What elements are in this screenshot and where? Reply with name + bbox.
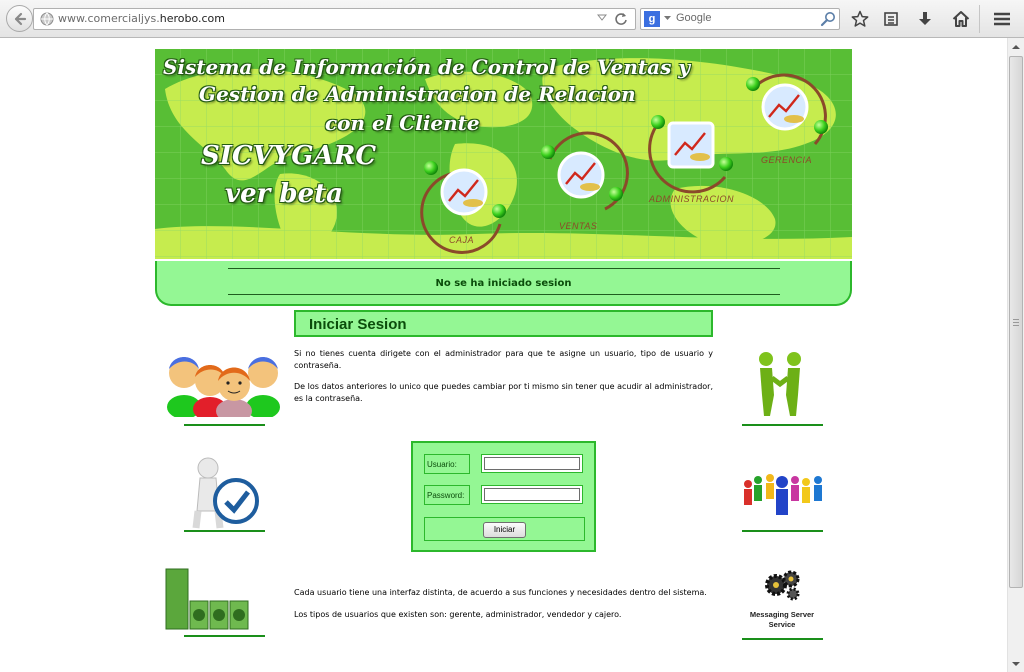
search-placeholder[interactable]: Google [676, 12, 711, 24]
handshake-figures-image [750, 350, 810, 418]
team-figures-image [740, 470, 828, 516]
back-arrow-icon [14, 12, 26, 25]
image-underline [184, 635, 265, 637]
session-status-text: No se ha iniciado sesion [435, 278, 572, 289]
browser-toolbar: www.comercialjys.herobo.com g Google [0, 0, 1024, 38]
page-title: Iniciar Sesion [309, 316, 407, 333]
url-text[interactable]: www.comercialjys.herobo.com [58, 12, 225, 25]
username-label: Usuario: [424, 454, 470, 474]
reading-list-icon[interactable] [881, 9, 901, 29]
info-paragraph-3: Cada usuario tiene una interfaz distinta… [294, 588, 707, 597]
node-label-administracion: ADMINISTRACION [649, 194, 735, 204]
username-input[interactable] [484, 457, 580, 470]
google-logo-icon[interactable]: g [644, 11, 660, 27]
download-icon[interactable] [915, 9, 935, 29]
login-form: Usuario: Password: Iniciar [411, 441, 596, 552]
node-label-gerencia: GERENCIA [761, 155, 813, 165]
password-cell [481, 485, 583, 504]
info-paragraph-2: De los datos anteriores lo unico que pue… [294, 382, 713, 403]
engine-dropdown-icon[interactable] [664, 16, 671, 21]
star-icon[interactable] [850, 9, 870, 29]
login-section-header: Iniciar Sesion [294, 310, 713, 337]
url-bar[interactable]: www.comercialjys.herobo.com [33, 8, 636, 30]
scroll-down-arrow-icon[interactable] [1008, 655, 1024, 672]
messaging-server-label: Messaging Server Service [749, 610, 815, 629]
image-underline [742, 530, 823, 532]
search-magnifier-icon[interactable] [820, 11, 836, 27]
vertical-scrollbar[interactable] [1007, 38, 1024, 672]
image-underline [742, 638, 823, 640]
appliances-image [164, 567, 254, 631]
banner-title-line2: Gestion de Administracion de Relacion [199, 82, 636, 106]
image-underline [742, 424, 823, 426]
search-bar[interactable]: g Google [640, 8, 840, 30]
info-paragraph-4: Los tipos de usuarios que existen son: g… [294, 610, 622, 619]
info-paragraph-1: Si no tienes cuenta dirigete con el admi… [294, 349, 713, 370]
login-button[interactable]: Iniciar [483, 522, 526, 538]
password-label: Password: [424, 485, 470, 505]
reload-icon[interactable] [614, 12, 628, 26]
banner-title-line3: con el Cliente [325, 111, 480, 135]
username-cell [481, 454, 583, 473]
dropdown-arrow-icon[interactable] [597, 14, 607, 22]
toolbar-separator [979, 5, 980, 33]
node-label-ventas: VENTAS [559, 221, 598, 231]
password-input[interactable] [484, 488, 580, 501]
menu-icon[interactable] [992, 9, 1012, 29]
image-underline [184, 530, 265, 532]
back-button[interactable] [6, 5, 33, 32]
home-icon[interactable] [951, 9, 971, 29]
node-label-caja: CAJA [449, 235, 475, 245]
image-underline [184, 424, 265, 426]
header-banner: Sistema de Información de Control de Ven… [155, 49, 852, 259]
submit-cell: Iniciar [424, 517, 585, 541]
guarantee-figure-image [164, 456, 282, 531]
scrollbar-thumb[interactable] [1009, 56, 1023, 588]
gears-icon [763, 569, 803, 601]
scroll-up-arrow-icon[interactable] [1008, 38, 1024, 55]
users-group-image [164, 345, 282, 423]
status-divider-bottom [228, 294, 780, 295]
status-divider-top [228, 268, 780, 269]
banner-title-line1: Sistema de Información de Control de Ven… [163, 55, 690, 79]
banner-version: ver beta [225, 179, 343, 209]
session-status-panel: No se ha iniciado sesion [155, 261, 852, 306]
banner-acronym: SICVYGARC [201, 141, 377, 171]
globe-icon [40, 12, 54, 26]
